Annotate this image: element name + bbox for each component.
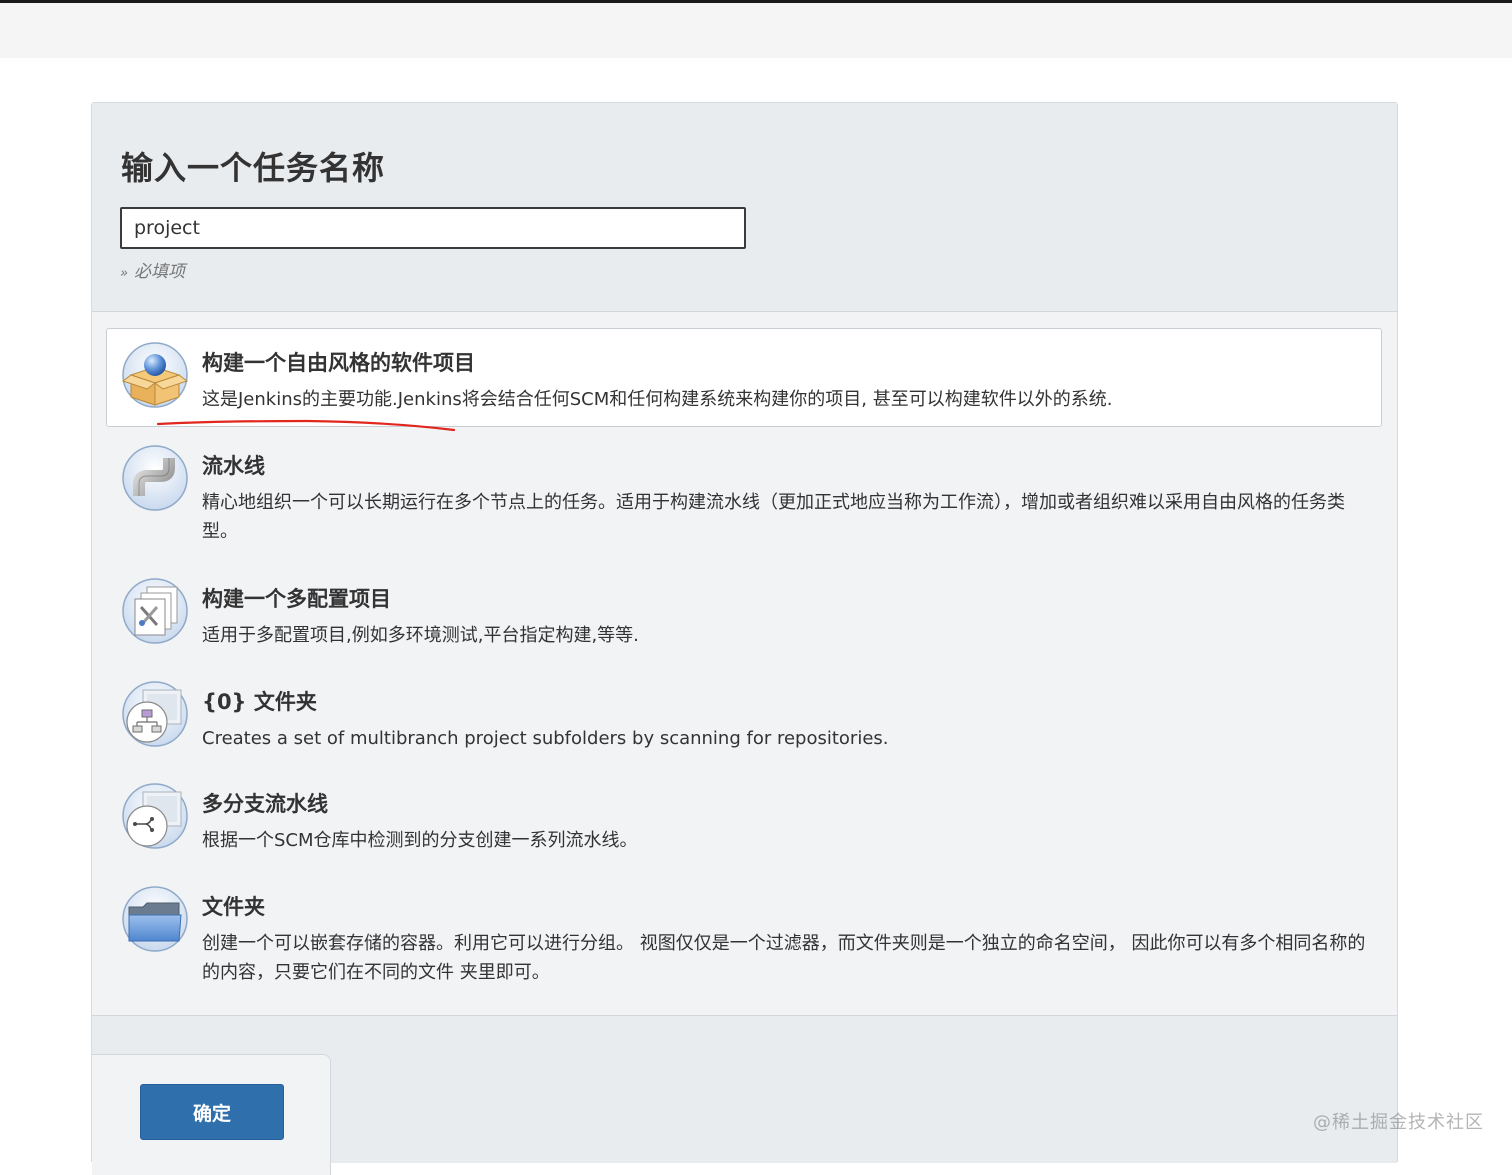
item-type-organization-folder[interactable]: {0} 文件夹 Creates a set of multibranch pro… — [106, 667, 1382, 759]
multibranch-pipeline-icon — [122, 783, 188, 849]
new-item-panel: 输入一个任务名称 » 必填项 — [91, 102, 1398, 1175]
item-type-multi-config[interactable]: 构建一个多配置项目 适用于多配置项目,例如多环境测试,平台指定构建,等等. — [106, 564, 1382, 656]
required-marker: » — [120, 266, 129, 281]
top-bar — [0, 3, 1512, 58]
item-description: 创建一个可以嵌套存储的容器。利用它可以进行分组。 视图仅仅是一个过滤器，而文件夹… — [202, 933, 1366, 983]
required-text: 必填项 — [134, 262, 186, 282]
item-type-multibranch-pipeline[interactable]: 多分支流水线 根据一个SCM仓库中检测到的分支创建一系列流水线。 — [106, 769, 1382, 861]
item-title: 文件夹 — [202, 895, 265, 919]
multi-config-icon — [122, 578, 188, 644]
page-title: 输入一个任务名称 — [121, 149, 386, 187]
ok-button[interactable]: 确定 — [140, 1084, 284, 1140]
item-type-folder[interactable]: 文件夹 创建一个可以嵌套存储的容器。利用它可以进行分组。 视图仅仅是一个过滤器，… — [106, 872, 1382, 994]
item-description: 根据一个SCM仓库中检测到的分支创建一系列流水线。 — [202, 830, 638, 851]
item-name-input[interactable] — [120, 207, 746, 249]
button-bar: 确定 — [92, 1054, 331, 1175]
item-title: 流水线 — [202, 454, 265, 478]
freestyle-box-icon — [121, 342, 189, 408]
item-title: {0} 文件夹 — [202, 690, 317, 714]
item-title: 多分支流水线 — [202, 792, 328, 816]
organization-folder-icon — [122, 681, 188, 747]
pipeline-icon — [122, 445, 188, 511]
form-footer: 确定 — [92, 1015, 1397, 1175]
item-type-pipeline[interactable]: 流水线 精心地组织一个可以长期运行在多个节点上的任务。适用于构建流水线（更加正式… — [106, 431, 1382, 545]
watermark: @稀土掘金技术社区 — [1313, 1112, 1484, 1133]
folder-icon — [122, 886, 188, 952]
item-description: 适用于多配置项目,例如多环境测试,平台指定构建,等等. — [202, 625, 639, 646]
item-description: 精心地组织一个可以长期运行在多个节点上的任务。适用于构建流水线（更加正式地应当称… — [202, 492, 1345, 542]
item-title: 构建一个自由风格的软件项目 — [202, 351, 475, 375]
item-description: Creates a set of multibranch project sub… — [202, 728, 889, 749]
item-type-freestyle[interactable]: 构建一个自由风格的软件项目 这是Jenkins的主要功能.Jenkins将会结合… — [106, 328, 1382, 427]
red-annotation-underline — [157, 419, 455, 432]
required-note: » 必填项 — [120, 257, 185, 282]
item-description: 这是Jenkins的主要功能.Jenkins将会结合任何SCM和任何构建系统来构… — [202, 389, 1113, 410]
item-name-section: 输入一个任务名称 » 必填项 — [92, 103, 1397, 312]
item-title: 构建一个多配置项目 — [202, 587, 391, 611]
